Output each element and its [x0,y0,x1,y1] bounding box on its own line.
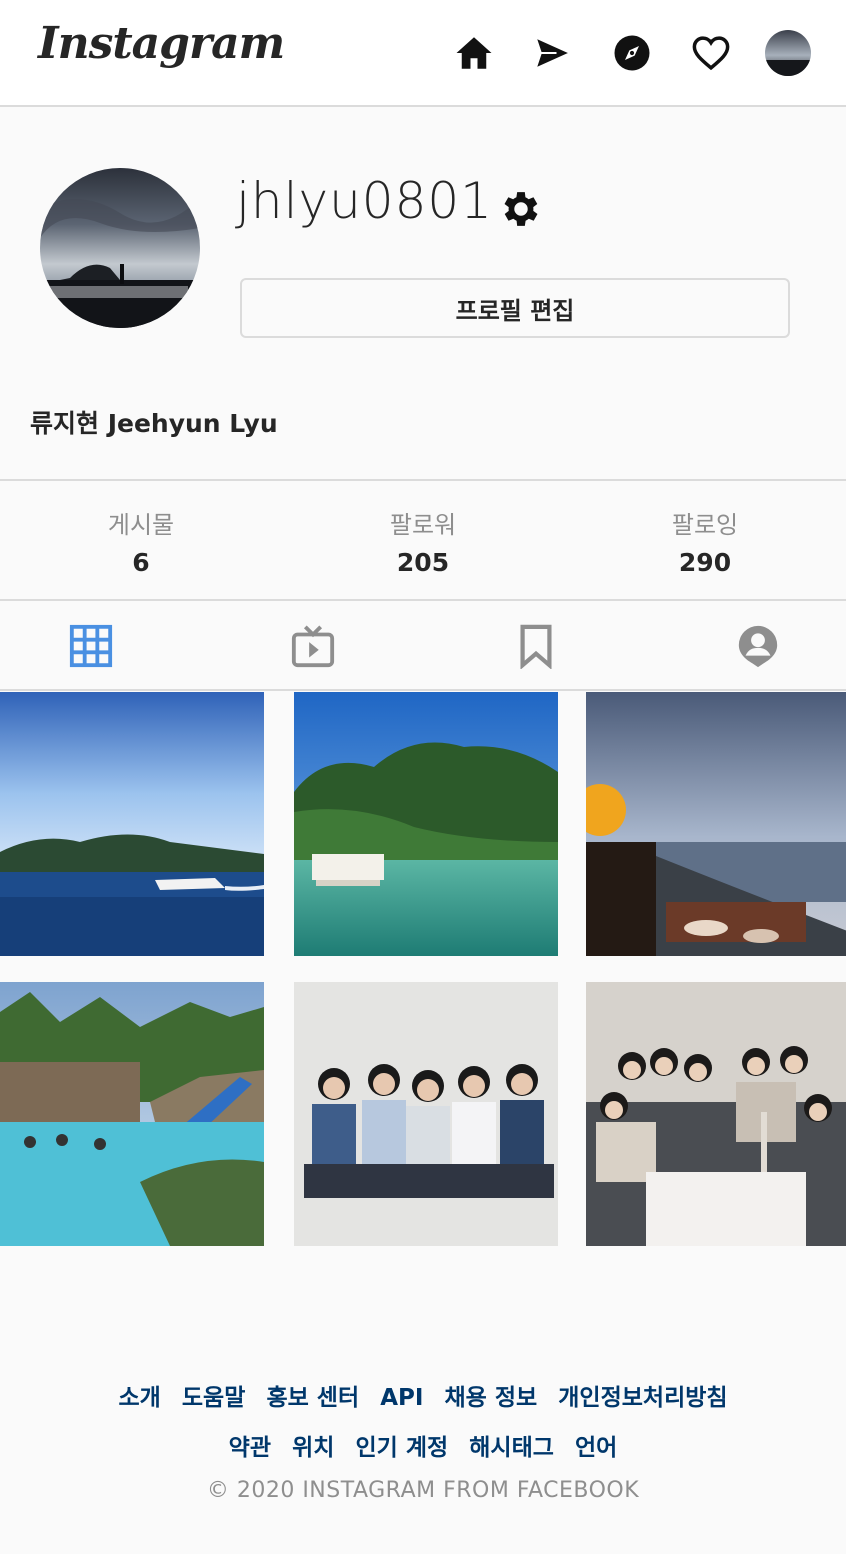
stat-value: 290 [678,548,732,577]
footer-links-row-1: 소개 도움말 홍보 센터 API 채용 정보 개인정보처리방침 [0,1378,846,1412]
tab-posts-grid-icon[interactable] [66,621,116,671]
post-thumbnail-6[interactable] [586,982,846,1246]
footer-link-locations[interactable]: 위치 [292,1435,334,1461]
post-thumbnail-1[interactable] [0,692,264,956]
copyright-text: © 2020 INSTAGRAM FROM FACEBOOK [206,1478,640,1503]
footer-link-top-accounts[interactable]: 인기 계정 [356,1435,449,1461]
footer-link-help[interactable]: 도움말 [182,1385,245,1411]
stat-label: 게시물 [107,511,175,539]
post-thumbnail-3[interactable] [586,692,846,956]
stat-following[interactable]: 팔로잉 290 [564,505,846,577]
post-thumbnail-2[interactable] [294,692,558,956]
top-nav-bar: Instagram [0,0,846,107]
tab-igtv-icon[interactable] [288,621,338,671]
settings-gear-icon[interactable] [498,186,544,232]
footer-link-language[interactable]: 언어 [575,1435,617,1461]
stat-followers[interactable]: 팔로워 205 [282,505,564,577]
home-icon[interactable] [451,30,497,76]
profile-full-name: 류지현 Jeehyun Lyu [30,409,278,438]
stat-value: 6 [132,548,150,577]
edit-profile-button[interactable]: 프로필 편집 [240,278,790,338]
stat-label: 팔로잉 [671,511,739,539]
footer-link-privacy[interactable]: 개인정보처리방침 [558,1385,727,1411]
footer-link-terms[interactable]: 약관 [229,1435,271,1461]
profile-username: jhlyu0801 [236,172,493,230]
footer-link-jobs[interactable]: 채용 정보 [445,1385,538,1411]
stat-label: 팔로워 [389,511,457,539]
nav-profile-avatar[interactable] [765,30,811,76]
tab-saved-bookmark-icon[interactable] [511,621,561,671]
footer-link-press[interactable]: 홍보 센터 [266,1385,359,1411]
profile-tabs [0,601,846,691]
stat-posts[interactable]: 게시물 6 [0,505,282,577]
instagram-logo[interactable]: Instagram [38,18,285,69]
footer-link-hashtags[interactable]: 해시태그 [469,1435,554,1461]
profile-picture[interactable] [40,168,200,328]
explore-compass-icon[interactable] [609,30,655,76]
activity-heart-icon[interactable] [688,30,734,76]
footer-link-api[interactable]: API [380,1385,423,1411]
tab-tagged-person-icon[interactable] [733,621,783,671]
direct-message-icon[interactable] [530,30,576,76]
footer-links-row-2: 약관 위치 인기 계정 해시태그 언어 [0,1428,846,1462]
post-thumbnail-5[interactable] [294,982,558,1246]
footer-link-about[interactable]: 소개 [118,1385,160,1411]
post-thumbnail-4[interactable] [0,982,264,1246]
profile-stats: 게시물 6 팔로워 205 팔로잉 290 [0,479,846,601]
stat-value: 205 [396,548,450,577]
